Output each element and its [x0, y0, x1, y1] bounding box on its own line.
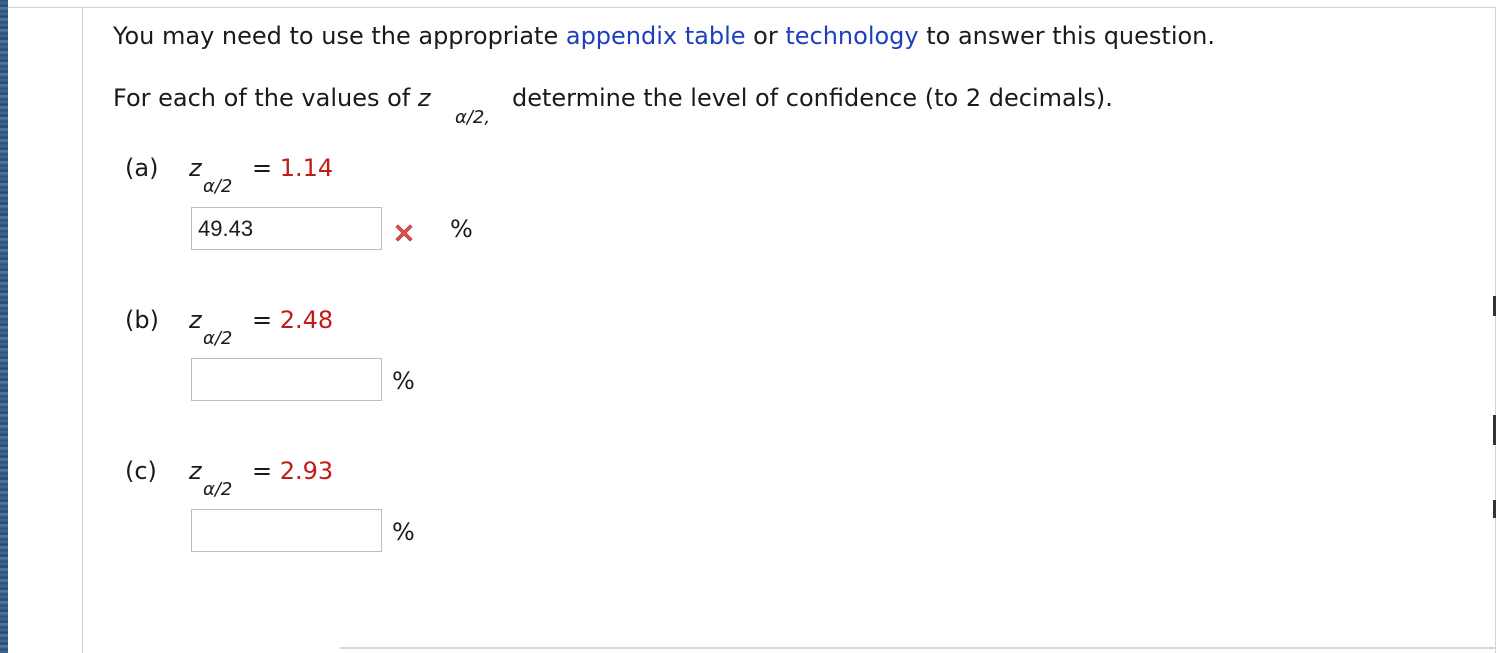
- part-c-z: z: [189, 457, 202, 485]
- content-left-border: [82, 8, 83, 653]
- part-c-answer-input[interactable]: [191, 509, 382, 552]
- instructions-text: or: [745, 22, 786, 50]
- part-c-label: (c): [125, 457, 157, 485]
- question-prompt: For each of the values of z: [113, 84, 430, 112]
- instructions-text: to answer this question.: [918, 22, 1216, 50]
- z-symbol: z: [417, 84, 431, 112]
- part-b-percent: %: [392, 367, 415, 395]
- prompt-text: For each of the values of: [113, 84, 418, 112]
- bottom-divider: [340, 647, 1496, 649]
- appendix-table-link[interactable]: appendix table: [566, 22, 746, 50]
- equals-sign: =: [252, 154, 273, 182]
- part-a-value: 1.14: [279, 154, 334, 182]
- part-c-value: 2.93: [279, 457, 334, 485]
- part-a-z: z: [189, 154, 202, 182]
- comma: ,: [484, 107, 491, 128]
- background-strip: [0, 0, 8, 653]
- part-a-percent: %: [450, 215, 473, 243]
- instructions-text: You may need to use the appropriate: [113, 22, 566, 50]
- instructions-line: You may need to use the appropriate appe…: [113, 22, 1215, 50]
- part-b-value: 2.48: [279, 306, 334, 334]
- part-a-subscript: α/2: [203, 176, 233, 197]
- part-b-equation: = 2.48: [252, 306, 333, 334]
- part-c-equation: = 2.93: [252, 457, 333, 485]
- part-b-label: (b): [125, 306, 159, 334]
- technology-link[interactable]: technology: [785, 22, 918, 50]
- x-mark-icon: [395, 224, 413, 242]
- part-a-label: (a): [125, 154, 159, 182]
- part-c-subscript: α/2: [203, 479, 233, 500]
- equals-sign: =: [252, 457, 273, 485]
- equals-sign: =: [252, 306, 273, 334]
- subscript-text: α/2: [455, 107, 485, 128]
- part-b-subscript: α/2: [203, 328, 233, 349]
- part-b-z: z: [189, 306, 202, 334]
- top-divider: [8, 7, 1496, 8]
- part-c-percent: %: [392, 518, 415, 546]
- part-a-answer-input[interactable]: [191, 207, 382, 250]
- part-a-equation: = 1.14: [252, 154, 333, 182]
- alpha-subscript: α/2,: [455, 107, 490, 128]
- prompt-continuation: determine the level of confidence (to 2 …: [512, 84, 1113, 112]
- part-b-answer-input[interactable]: [191, 358, 382, 401]
